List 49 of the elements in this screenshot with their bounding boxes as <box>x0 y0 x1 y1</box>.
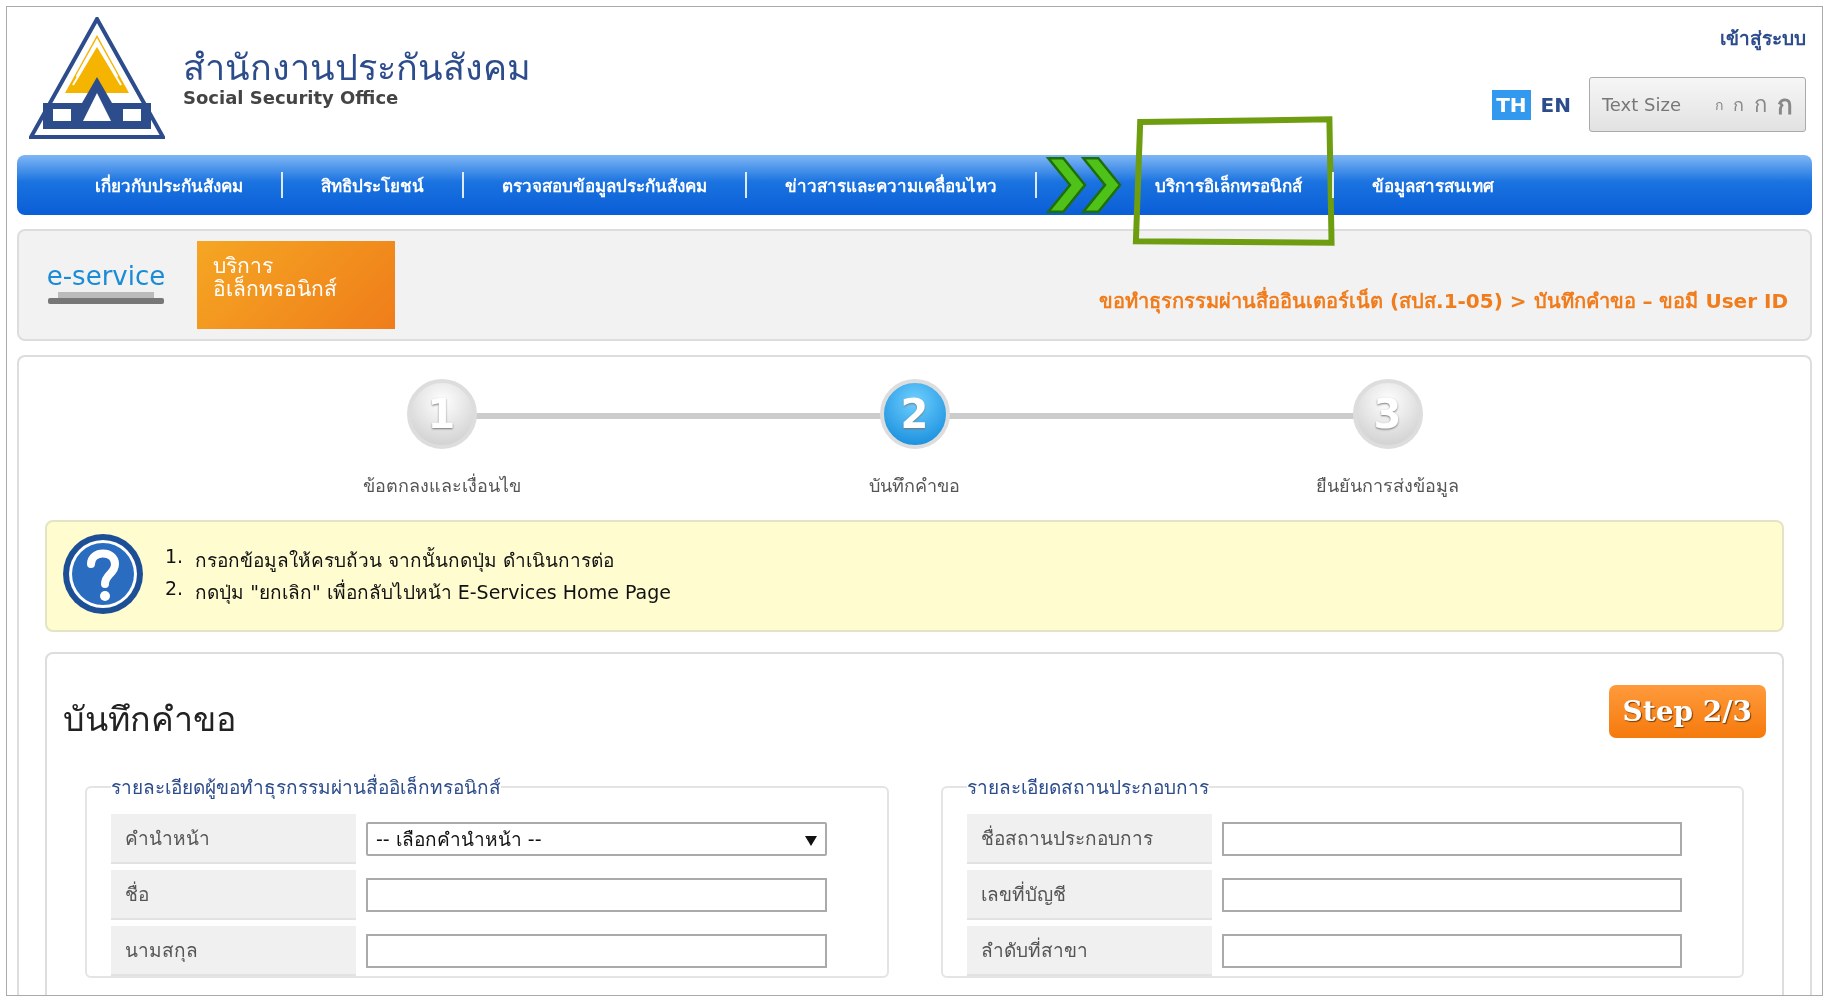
field-label: คำนำหน้า <box>111 814 356 864</box>
step-label: ยืนยันการส่งข้อมูล <box>1316 474 1459 499</box>
input-field[interactable] <box>1221 878 1682 912</box>
field-label: นามสกุล <box>111 926 356 976</box>
form-title: บันทึกคำขอ <box>63 698 236 741</box>
dropdown-field[interactable]: -- เลือกคำนำหน้า -- <box>366 822 827 856</box>
instruction-text: กรอกข้อมูลให้ครบถ้วน จากนั้นกดปุ่ม ดำเนินการต่อ <box>195 546 615 574</box>
field-label: ชื่อ <box>111 870 356 920</box>
nav-menu-item[interactable]: สิทธิประโยชน์ <box>283 171 462 199</box>
organization-name-thai: สำนักงานประกันสังคม <box>183 47 531 88</box>
step-label: ข้อตกลงและเงื่อนไข <box>362 472 521 498</box>
e-service-label: e-service <box>46 260 166 291</box>
text-size-option[interactable]: ก <box>1754 87 1767 122</box>
language-option[interactable]: EN <box>1536 89 1575 120</box>
nav-menu-item[interactable]: บริการอิเล็กทรอนิกส์ <box>1125 171 1332 199</box>
nav-menu-item[interactable]: ตรวจสอบข้อมูลประกันสังคม <box>464 171 745 199</box>
logo-icon <box>29 17 165 139</box>
laptop-icon <box>48 291 164 306</box>
input-field[interactable] <box>366 878 827 912</box>
step-label: บันทึกคำขอ <box>869 474 960 498</box>
list-number: 1. <box>165 545 184 569</box>
dropdown-arrow-icon <box>804 836 817 846</box>
input-field[interactable] <box>1221 934 1682 968</box>
text-size-option[interactable]: ก <box>1733 90 1744 119</box>
nav-menu-item[interactable]: เกี่ยวกับประกันสังคม <box>57 171 281 199</box>
field-label: เลขที่บัญชี <box>966 870 1212 920</box>
input-field[interactable] <box>366 934 827 968</box>
instruction-text: กดปุ่ม "ยกเลิก" เพื่อกลับไปหน้า E-Services Home Page <box>195 578 671 606</box>
breadcrumb-text: ขอทำธุรกรรมผ่านสื่ออินเตอร์เน็ต (สปส.1-05) > บันทึกคำขอ – ขอมี User ID <box>1098 286 1788 316</box>
field-label: ลำดับที่สาขา <box>966 926 1212 976</box>
step-number-circle: 1 <box>406 379 477 449</box>
field-label: ชื่อสถานประกอบการ <box>966 814 1212 864</box>
organization-name-english: Social Security Office <box>183 87 400 109</box>
section-legend: รายละเอียดผู้ขอทำธุรกรรมผ่านสื่ออิเล็กทรอนิกส์ <box>111 772 501 802</box>
list-number: 2. <box>165 577 184 601</box>
input-field[interactable] <box>1221 822 1682 856</box>
question-mark-icon <box>61 532 145 616</box>
dropdown-value: -- เลือกคำนำหน้า -- <box>376 827 542 852</box>
text-size-label: Text Size <box>1601 94 1681 115</box>
nav-menu-item[interactable]: ข้อมูลสารสนเทศ <box>1334 171 1532 199</box>
section-legend: รายละเอียดสถานประกอบการ <box>966 772 1209 802</box>
step-number-circle: 2 <box>879 379 950 449</box>
step-badge: Step 2/3 <box>1608 684 1766 738</box>
language-option[interactable]: TH <box>1492 89 1531 120</box>
text-size-option[interactable]: ก <box>1777 84 1793 125</box>
step-number-circle: 3 <box>1352 379 1423 449</box>
text-size-option[interactable]: ก <box>1715 93 1723 116</box>
nav-menu-item[interactable]: ข่าวสารและความเคลื่อนไหว <box>747 171 1035 199</box>
login-link[interactable]: เข้าสู่ระบบ <box>1720 23 1806 53</box>
